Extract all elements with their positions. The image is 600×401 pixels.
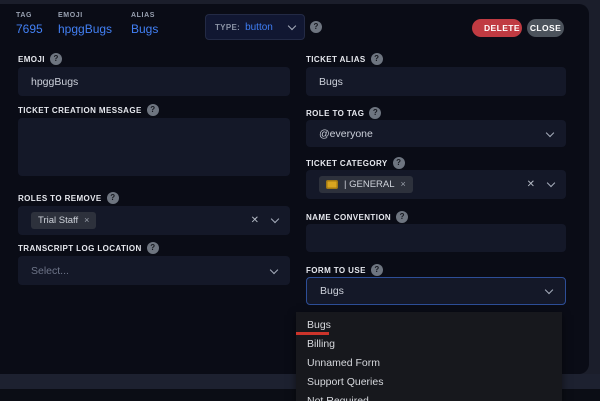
name-convention-input[interactable]	[306, 224, 566, 252]
role-chip: Trial Staff ×	[31, 212, 97, 229]
dropdown-option-label: Billing	[307, 337, 336, 350]
dropdown-option-unnamed-form[interactable]: Unnamed Form	[296, 353, 562, 372]
ticket-alias-input[interactable]: Bugs	[306, 67, 566, 96]
emoji-input[interactable]: hpggBugs	[18, 67, 290, 96]
chevron-down-icon	[544, 285, 554, 295]
chevron-down-icon	[545, 128, 555, 137]
stat-emoji: EMOJI hpggBugs	[58, 12, 112, 36]
stat-emoji-value: hpggBugs	[58, 22, 113, 36]
stat-alias-label: ALIAS	[131, 12, 155, 19]
help-icon[interactable]: ?	[396, 211, 409, 223]
stat-tag: TAG 7695	[16, 12, 43, 36]
role-to-tag-label: ROLE TO TAG	[306, 108, 365, 118]
close-button[interactable]: CLOSE	[527, 19, 564, 37]
ticket-emoji-icon	[326, 180, 338, 189]
ticket-category-label: TICKET CATEGORY	[306, 158, 388, 168]
form-to-use-select[interactable]: Bugs	[306, 277, 566, 305]
help-icon[interactable]: ?	[146, 104, 159, 116]
help-icon[interactable]: ?	[49, 53, 62, 65]
stat-emoji-label: EMOJI	[58, 12, 83, 19]
chevron-down-icon	[269, 265, 279, 274]
ticket-creation-message-label: TICKET CREATION MESSAGE	[18, 105, 142, 115]
form-to-use-label-row: FORM TO USE ?	[306, 264, 383, 276]
category-chip: | GENERAL ×	[319, 176, 413, 193]
role-to-tag-select[interactable]: @everyone	[306, 120, 566, 147]
help-icon[interactable]: ?	[392, 157, 405, 169]
clear-icon[interactable]: ✕	[251, 215, 259, 226]
help-icon[interactable]: ?	[369, 107, 382, 119]
stat-tag-label: TAG	[16, 12, 33, 19]
emoji-input-value: hpggBugs	[31, 75, 79, 88]
type-select-value: button	[245, 21, 273, 33]
form-to-use-dropdown-menu: Bugs Billing Unnamed Form Support Querie…	[296, 312, 562, 401]
dropdown-option-label: Support Queries	[307, 375, 384, 388]
select-placeholder: Select...	[31, 264, 69, 277]
ticket-alias-label-row: TICKET ALIAS ?	[306, 53, 383, 65]
roles-to-remove-multiselect[interactable]: Trial Staff × ✕	[18, 206, 290, 235]
help-icon[interactable]: ?	[106, 192, 119, 204]
dropdown-option-bugs[interactable]: Bugs	[296, 315, 562, 335]
roles-to-remove-label-row: ROLES TO REMOVE ?	[18, 192, 119, 204]
type-select-label: TYPE:	[215, 22, 241, 32]
stat-alias-value: Bugs	[131, 22, 159, 36]
name-convention-label: NAME CONVENTION	[306, 212, 392, 222]
emoji-field-label-row: EMOJI ?	[18, 53, 62, 65]
role-chip-label: Trial Staff	[38, 215, 79, 226]
stat-tag-value: 7695	[16, 22, 43, 36]
category-chip-label: | GENERAL	[344, 179, 395, 190]
transcript-log-location-label: TRANSCRIPT LOG LOCATION	[18, 243, 142, 253]
chevron-down-icon[interactable]	[546, 178, 556, 188]
help-icon[interactable]: ?	[370, 264, 383, 276]
ticket-alias-value: Bugs	[319, 75, 343, 88]
chip-remove-icon[interactable]: ×	[401, 180, 406, 189]
ticket-creation-message-textarea[interactable]	[18, 118, 290, 176]
clear-icon[interactable]: ✕	[527, 179, 535, 190]
ticket-creation-message-label-row: TICKET CREATION MESSAGE ?	[18, 104, 159, 116]
help-icon[interactable]: ?	[310, 21, 322, 33]
help-icon[interactable]: ?	[146, 242, 159, 254]
delete-button[interactable]: DELETE	[472, 19, 522, 37]
chip-remove-icon[interactable]: ×	[84, 216, 89, 225]
role-to-tag-value: @everyone	[319, 127, 373, 140]
name-convention-label-row: NAME CONVENTION ?	[306, 211, 409, 223]
role-to-tag-label-row: ROLE TO TAG ?	[306, 107, 382, 119]
dropdown-option-support-queries[interactable]: Support Queries	[296, 372, 562, 391]
dropdown-option-billing[interactable]: Billing	[296, 334, 562, 353]
dropdown-option-label: Bugs	[307, 318, 331, 331]
chevron-down-icon[interactable]	[270, 214, 280, 224]
transcript-log-location-select[interactable]: Select...	[18, 256, 290, 285]
transcript-log-location-label-row: TRANSCRIPT LOG LOCATION ?	[18, 242, 159, 254]
ticket-config-modal: TAG 7695 EMOJI hpggBugs ALIAS Bugs TYPE:…	[0, 0, 600, 401]
form-to-use-label: FORM TO USE	[306, 265, 366, 275]
stat-alias: ALIAS Bugs	[131, 12, 158, 36]
ticket-category-label-row: TICKET CATEGORY ?	[306, 157, 405, 169]
dropdown-option-label: Not Required	[307, 394, 369, 401]
dropdown-option-not-required[interactable]: Not Required	[296, 391, 562, 401]
ticket-alias-label: TICKET ALIAS	[306, 54, 366, 64]
chevron-down-icon	[287, 21, 297, 30]
type-select[interactable]: TYPE: button	[205, 14, 305, 40]
annotation-underline	[296, 332, 329, 335]
roles-to-remove-label: ROLES TO REMOVE	[18, 193, 102, 203]
ticket-category-multiselect[interactable]: | GENERAL × ✕	[306, 170, 566, 199]
form-to-use-value: Bugs	[320, 285, 344, 297]
help-icon[interactable]: ?	[370, 53, 383, 65]
emoji-field-label: EMOJI	[18, 54, 45, 64]
dropdown-option-label: Unnamed Form	[307, 356, 380, 369]
